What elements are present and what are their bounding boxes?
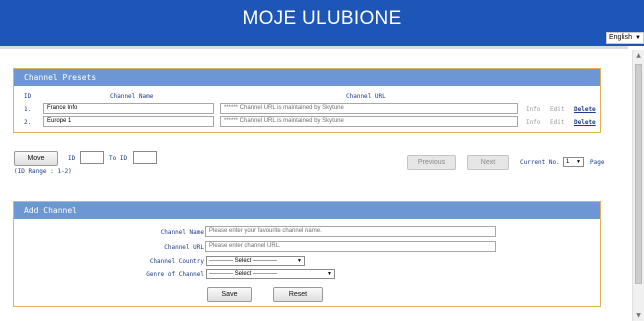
move-button[interactable]: Move [14, 151, 58, 166]
scroll-down-icon[interactable]: ▼ [633, 312, 644, 319]
current-page-value: 1 [566, 159, 570, 165]
scrollbar-thumb[interactable] [635, 64, 642, 284]
channel-presets-panel: Channel Presets ID Channel Name Channel … [13, 68, 601, 133]
row-1-info: Info [526, 106, 541, 113]
top-bar: MOJE ULUBIONE [0, 0, 644, 46]
add-channel-panel: Add Channel Channel Name Please enter yo… [13, 201, 601, 307]
save-button[interactable]: Save [207, 287, 252, 302]
reset-button[interactable]: Reset [273, 287, 323, 302]
header-divider [0, 46, 628, 49]
row-1-id: 1. [24, 106, 32, 113]
row-2-id: 2. [24, 119, 32, 126]
language-value: English [609, 34, 632, 41]
scroll-up-icon[interactable]: ▲ [633, 52, 644, 59]
row-2-edit: Edit [550, 119, 565, 126]
chevron-down-icon: ▼ [297, 258, 302, 264]
presets-panel-title: Channel Presets [14, 69, 600, 86]
channel-country-value: ------------ Select ------------ [209, 258, 277, 264]
previous-button[interactable]: Previous [407, 155, 456, 170]
add-panel-title: Add Channel [14, 202, 600, 219]
chevron-down-icon: ▼ [635, 35, 641, 41]
channel-country-select[interactable]: ------------ Select ------------ ▼ [206, 256, 305, 266]
move-to-label: To ID [109, 155, 128, 162]
column-header-name: Channel Name [110, 93, 154, 100]
page-title: MOJE ULUBIONE [242, 8, 402, 29]
move-id-input[interactable] [80, 151, 104, 164]
current-page-label: Current No. [520, 159, 560, 166]
row-2-info: Info [526, 119, 541, 126]
channel-genre-label: Genre of Channel [146, 271, 204, 278]
language-select[interactable]: English ▼ [606, 32, 644, 44]
row-2-url-field: ****** Channel URL is maintained by Skyt… [220, 116, 518, 127]
channel-genre-value: ------------ Select ------------ [209, 271, 277, 277]
current-page-select[interactable]: 1 ▼ [563, 157, 584, 167]
row-2-name-input[interactable]: Europe 1 [43, 116, 214, 127]
channel-genre-select[interactable]: ------------ Select ------------ ▼ [206, 269, 335, 279]
channel-name-label: Channel Name [160, 229, 204, 236]
row-1-edit: Edit [550, 106, 565, 113]
row-1-delete-link[interactable]: Delete [574, 106, 596, 113]
column-header-id: ID [24, 93, 32, 100]
page-scrollbar[interactable]: ▲ ▼ [632, 50, 644, 321]
column-header-url: Channel URL [346, 93, 386, 100]
move-id-label: ID [68, 155, 76, 162]
chevron-down-icon: ▼ [327, 271, 332, 277]
id-range-text: (ID Range : 1-2) [14, 168, 72, 175]
row-2-delete-link[interactable]: Delete [574, 119, 596, 126]
chevron-down-icon: ▼ [576, 159, 581, 165]
row-1-name-input[interactable]: France Info [43, 103, 214, 114]
move-to-id-input[interactable] [133, 151, 157, 164]
channel-country-label: Channel Country [149, 258, 204, 265]
page-label: Page [590, 159, 605, 166]
row-1-url-field: ****** Channel URL is maintained by Skyt… [220, 103, 518, 114]
channel-url-input[interactable]: Please enter channel URL. [205, 241, 496, 252]
next-button[interactable]: Next [467, 155, 509, 170]
channel-url-label: Channel URL [164, 244, 204, 251]
channel-name-input[interactable]: Please enter your favourite channel name… [205, 226, 496, 237]
